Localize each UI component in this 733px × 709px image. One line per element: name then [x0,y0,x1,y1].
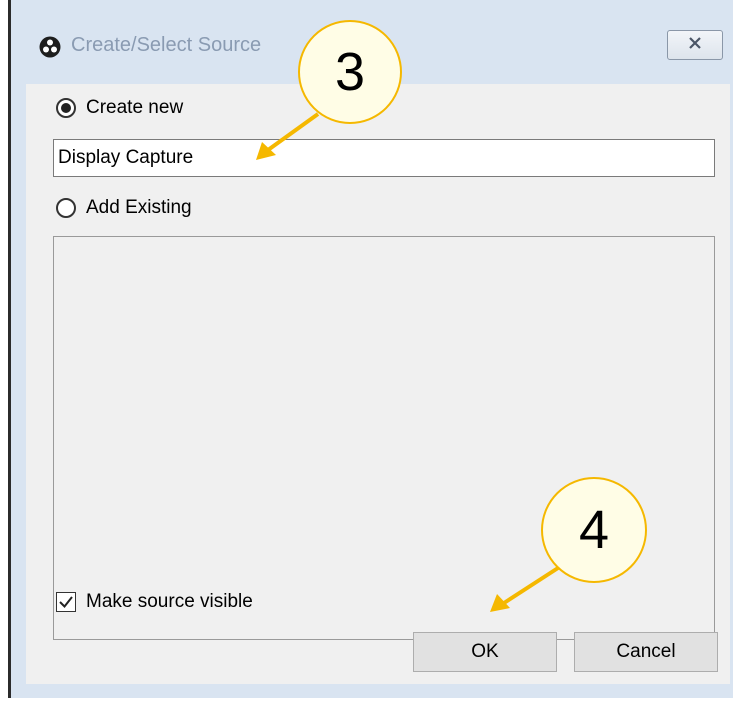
step-4-callout: 4 [541,477,647,583]
step-3-callout: 3 [298,20,402,124]
